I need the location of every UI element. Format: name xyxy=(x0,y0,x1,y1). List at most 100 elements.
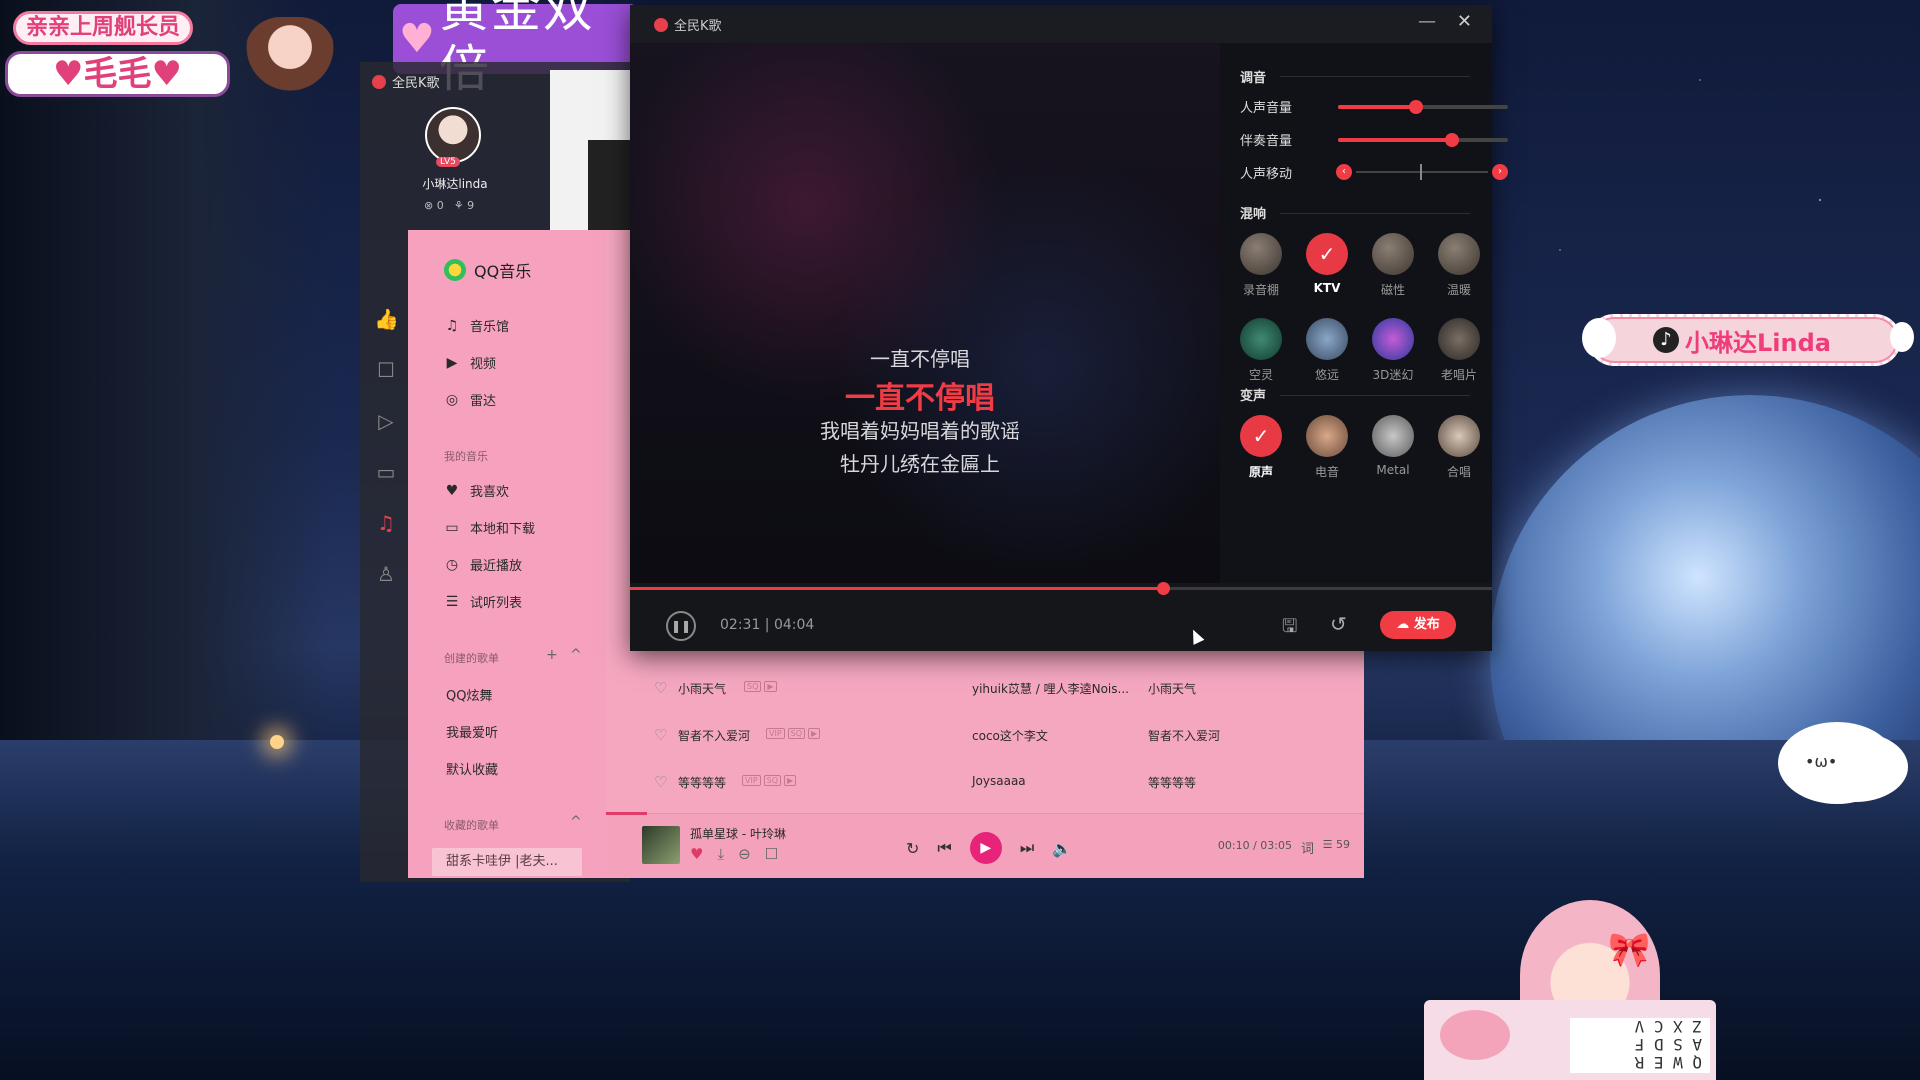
reverb-ktv[interactable]: ✓ KTV xyxy=(1300,233,1354,295)
chevron-right-icon[interactable]: › xyxy=(1492,164,1508,180)
table-row[interactable]: ♡ 小雨天气 SQ ▶ yihuik苡慧 / 哩人李逵Nois... 小雨天气 xyxy=(654,677,1354,701)
karaoke-progress-knob[interactable] xyxy=(1157,582,1170,595)
playlist-item[interactable]: 默认收藏 xyxy=(446,759,498,778)
song-name[interactable]: 小雨天气 xyxy=(678,680,726,697)
more-icon[interactable]: ⊖ xyxy=(738,845,751,863)
now-playing-cover[interactable] xyxy=(642,826,680,864)
vocal-shift-center xyxy=(1420,164,1422,180)
qqmusic-player-bar: 孤单星球 - 叶玲琳 ♥ ⤓ ⊖ ☐ ↻ ⏮ ▶ ⏭ 🔈 00:10 / 03:… xyxy=(606,812,1364,878)
karaoke-titlebar: 全民K歌 — ✕ xyxy=(630,5,1492,43)
reverb-warm[interactable]: 温暖 xyxy=(1432,233,1486,298)
voice-metal[interactable]: Metal xyxy=(1366,415,1420,477)
download-icon[interactable]: ⤓ xyxy=(717,845,724,863)
clock-icon: ◷ xyxy=(445,556,459,573)
overlay-guard-label: 亲亲上周舰长员 xyxy=(13,11,194,45)
sidebar-item-trial-list[interactable]: ☰ 试听列表 xyxy=(444,592,522,612)
reverb-magnetic[interactable]: 磁性 xyxy=(1366,233,1420,298)
playlist-item-selected[interactable]: 甜系卡哇伊 |老夫... xyxy=(432,848,582,876)
reverb-studio[interactable]: 录音棚 xyxy=(1234,233,1288,298)
heart-outline-icon[interactable]: ♡ xyxy=(654,679,667,697)
lyric-line: 我唱着妈妈唱着的歌谣 xyxy=(820,419,1020,443)
voice-electronic[interactable]: 电音 xyxy=(1300,415,1354,480)
accomp-volume-fill xyxy=(1338,138,1452,142)
song-name[interactable]: 智者不入爱河 xyxy=(678,727,750,744)
wallpaper-light xyxy=(270,735,284,749)
lyric-line: 牡丹儿绣在金匾上 xyxy=(840,452,1000,476)
vocal-shift-control[interactable]: ‹ › xyxy=(1336,164,1508,180)
song-album[interactable]: 小雨天气 xyxy=(1148,680,1196,697)
restart-icon[interactable]: ↺ xyxy=(1330,612,1347,636)
heart-outline-icon[interactable]: ♡ xyxy=(654,726,667,744)
divider xyxy=(1280,213,1470,214)
thumbs-up-icon[interactable]: 👍 xyxy=(374,307,399,331)
reverb-vinyl[interactable]: 老唱片 xyxy=(1432,318,1486,383)
song-album[interactable]: 智者不入爱河 xyxy=(1148,727,1220,744)
table-row[interactable]: ♡ 智者不入爱河 VIP SQ ▶ coco这个李文 智者不入爱河 xyxy=(654,724,1354,748)
table-row[interactable]: ♡ 等等等等 VIP SQ ▶ Joysaaaa 等等等等 xyxy=(654,771,1354,795)
song-singer[interactable]: Joysaaaa xyxy=(972,774,1026,788)
accomp-volume-knob[interactable] xyxy=(1445,133,1459,147)
monitor-icon[interactable]: ▭ xyxy=(374,460,398,484)
chat-icon[interactable]: ☐ xyxy=(374,358,398,382)
user-stats: ⊗ 0 ⚘ 9 xyxy=(424,199,474,212)
add-playlist-icon[interactable]: + xyxy=(546,647,558,663)
radar-icon: ◎ xyxy=(445,391,459,408)
reverb-3d-icon xyxy=(1372,318,1414,360)
music-list-icon[interactable]: ♫ xyxy=(374,511,398,535)
sidebar-item-recent[interactable]: ◷ 最近播放 xyxy=(444,555,522,575)
qq-progress-bar[interactable] xyxy=(606,812,647,815)
effects-panel: 调音 人声音量 伴奏音量 人声移动 ‹ › 混响 录音棚 ✓ KTV 磁性 温暖 … xyxy=(1220,43,1508,583)
play-button[interactable]: ▶ xyxy=(969,832,1002,864)
avatar[interactable] xyxy=(425,107,481,163)
username[interactable]: 小琳达linda xyxy=(360,175,550,192)
video-icon[interactable]: ▷ xyxy=(374,409,398,433)
playlist-item[interactable]: 我最爱听 xyxy=(446,722,498,741)
chevron-left-icon[interactable]: ‹ xyxy=(1336,164,1352,180)
ktv-mic-icon[interactable]: ♙ xyxy=(374,562,398,586)
karaoke-progress-bar[interactable] xyxy=(630,582,1492,595)
song-album[interactable]: 等等等等 xyxy=(1148,774,1196,791)
sidebar-item-favorites[interactable]: ♥ 我喜欢 xyxy=(444,481,509,501)
sidebar-item-video[interactable]: ▶ 视频 xyxy=(444,353,496,373)
sidebar-item-radar[interactable]: ◎ 雷达 xyxy=(444,390,496,410)
sidebar-item-local[interactable]: ▭ 本地和下载 xyxy=(444,518,535,538)
loop-icon[interactable]: ↻ xyxy=(906,839,919,858)
accomp-volume-slider[interactable] xyxy=(1338,133,1508,147)
now-playing-title[interactable]: 孤单星球 - 叶玲琳 xyxy=(690,825,786,842)
vocal-volume-knob[interactable] xyxy=(1409,100,1423,114)
heart-outline-icon[interactable]: ♡ xyxy=(654,773,667,791)
song-singer[interactable]: yihuik苡慧 / 哩人李逵Nois... xyxy=(972,680,1129,697)
volume-icon[interactable]: 🔈 xyxy=(1052,839,1072,858)
chevron-up-icon[interactable]: ^ xyxy=(570,814,582,830)
previous-icon[interactable]: ⏮ xyxy=(937,838,951,858)
lyrics-button[interactable]: 词 xyxy=(1301,838,1314,857)
karaoke-progress-fill xyxy=(630,587,1164,590)
accomp-volume-label: 伴奏音量 xyxy=(1240,134,1293,149)
guitar-icon xyxy=(1306,415,1348,457)
playlist-item[interactable]: QQ炫舞 xyxy=(446,685,492,704)
chevron-up-icon[interactable]: ^ xyxy=(570,647,582,663)
reverb-3d[interactable]: 3D迷幻 xyxy=(1366,318,1420,383)
reverb-warm-icon xyxy=(1438,233,1480,275)
sidebar-item-music-hall[interactable]: ♫ 音乐馆 xyxy=(444,316,509,336)
reverb-studio-icon xyxy=(1240,233,1282,275)
close-icon[interactable]: ✕ xyxy=(1457,11,1472,32)
comment-icon[interactable]: ☐ xyxy=(765,845,778,863)
playlist-count[interactable]: ☰ 59 xyxy=(1323,838,1350,851)
reverb-distant[interactable]: 悠远 xyxy=(1300,318,1354,383)
next-icon[interactable]: ⏭ xyxy=(1020,838,1034,858)
voice-chorus[interactable]: 合唱 xyxy=(1432,415,1486,480)
save-icon[interactable]: 🖫 xyxy=(1282,614,1297,644)
vocal-volume-slider[interactable] xyxy=(1338,100,1508,114)
heart-icon[interactable]: ♥ xyxy=(690,845,703,863)
bunny-icon xyxy=(1582,318,1616,358)
voice-original[interactable]: ✓ 原声 xyxy=(1234,415,1288,480)
minimize-icon[interactable]: — xyxy=(1418,11,1436,32)
ksong-side-cover-art xyxy=(588,140,630,230)
song-name[interactable]: 等等等等 xyxy=(678,774,726,791)
song-singer[interactable]: coco这个李文 xyxy=(972,727,1048,744)
reverb-ethereal-icon xyxy=(1240,318,1282,360)
reverb-ethereal[interactable]: 空灵 xyxy=(1234,318,1288,383)
publish-button[interactable]: ☁ 发布 xyxy=(1380,611,1456,639)
pause-button[interactable]: ❚❚ xyxy=(666,611,696,641)
